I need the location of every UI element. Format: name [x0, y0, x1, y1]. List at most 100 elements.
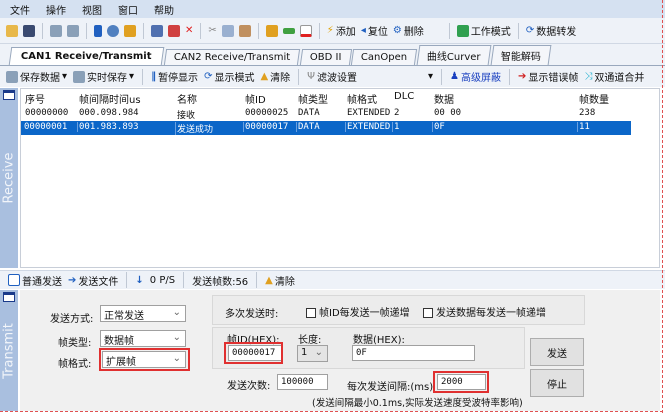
add-button[interactable]: ⚡ 添加 — [327, 23, 356, 38]
table-row-selected[interactable]: 00000001 001.983.893 发送成功 00000017 DATA … — [21, 121, 631, 135]
broom-icon[interactable] — [124, 24, 136, 37]
usb-icon[interactable] — [282, 27, 295, 34]
interval-label: 每次发送间隔:(ms) — [347, 382, 434, 393]
filter-icon: Ψ — [307, 71, 316, 82]
grid-header: 序号 帧间隔时间us 名称 帧ID 帧类型 帧格式 DLC 数据 帧数量 — [21, 90, 631, 106]
clear-button[interactable]: ▲ 清除 — [260, 69, 290, 84]
save-icon[interactable] — [23, 24, 35, 37]
cell-frame-format: EXTENDED — [347, 108, 391, 118]
separator — [256, 272, 258, 288]
menu-help[interactable]: 帮助 — [154, 2, 174, 17]
filter-settings-button[interactable]: Ψ 滤波设置 — [307, 69, 357, 84]
save-data-button[interactable]: 保存数据 ▾ — [6, 69, 67, 84]
pause-display-button[interactable]: ‖ 暂停显示 — [151, 69, 198, 84]
pause-icon[interactable] — [94, 24, 102, 37]
tab-obd2[interactable]: OBD II — [299, 49, 352, 65]
data-forward-button[interactable]: ⟳ 数据转发 — [526, 23, 576, 38]
refresh-icon[interactable] — [107, 24, 119, 37]
separator — [298, 68, 300, 85]
col-data[interactable]: 数据 — [434, 91, 454, 106]
col-count[interactable]: 帧数量 — [579, 91, 609, 106]
data-label: 数据(HEX): — [353, 335, 405, 346]
connect-icon[interactable] — [265, 24, 278, 37]
separator — [183, 272, 185, 288]
reset-button[interactable]: ◂ 复位 — [361, 23, 388, 38]
tab-can1[interactable]: CAN1 Receive/Transmit — [8, 47, 164, 65]
cell-frame-id: 00000025 — [245, 108, 289, 118]
advanced-mask-button[interactable]: ♟ 高级屏蔽 — [450, 69, 501, 84]
checkbox-icon — [306, 308, 316, 318]
close-icon[interactable]: ✕ — [185, 25, 193, 36]
work-mode-button[interactable]: 工作模式 — [456, 23, 511, 38]
cell-dlc: 1 — [392, 122, 400, 132]
tab-can2[interactable]: CAN2 Receive/Transmit — [163, 49, 300, 65]
separator — [126, 272, 128, 288]
cell-interval: 000.098.984 — [79, 108, 139, 118]
separator — [142, 68, 144, 85]
normal-send-button[interactable]: 普通发送 — [8, 273, 62, 288]
checkbox-icon — [423, 308, 433, 318]
col-interval[interactable]: 帧间隔时间us — [79, 91, 141, 106]
receive-side-tab[interactable]: Receive — [0, 88, 18, 268]
menu-window[interactable]: 窗口 — [118, 2, 138, 17]
arrow-down-icon[interactable]: ↓ — [135, 275, 143, 286]
col-dlc[interactable]: DLC — [394, 91, 414, 102]
col-frame-id[interactable]: 帧ID — [245, 91, 266, 106]
menu-operate[interactable]: 操作 — [46, 2, 66, 17]
tools-icon[interactable] — [168, 24, 180, 37]
data-increment-checkbox[interactable]: 发送数据每发送一帧递增 — [423, 304, 546, 319]
import-icon[interactable] — [67, 24, 79, 37]
col-frame-format[interactable]: 帧格式 — [347, 91, 377, 106]
stop-button[interactable]: 停止 — [530, 369, 584, 397]
display-mode-button[interactable]: ⟳ 显示模式 — [204, 69, 254, 84]
reset-icon: ◂ — [360, 25, 366, 36]
dashed-border — [0, 411, 663, 412]
cell-dlc: 2 — [394, 108, 400, 118]
receive-grid[interactable]: 序号 帧间隔时间us 名称 帧ID 帧类型 帧格式 DLC 数据 帧数量 000… — [20, 88, 660, 268]
menu-file[interactable]: 文件 — [10, 2, 30, 17]
error-icon: ➔ — [518, 71, 527, 82]
tab-smart-decode[interactable]: 智能解码 — [490, 45, 552, 65]
col-frame-type[interactable]: 帧类型 — [298, 91, 328, 106]
tab-curve[interactable]: 曲线Curver — [417, 45, 492, 65]
filter-dropdown[interactable]: ▾ — [363, 71, 433, 82]
cell-data: 00 00 — [434, 108, 462, 118]
send-mode-select[interactable]: 正常发送 ⌄ — [100, 305, 186, 322]
open-icon[interactable] — [6, 24, 18, 37]
transmit-side-tab[interactable]: Transmit — [0, 290, 18, 411]
col-index[interactable]: 序号 — [25, 91, 45, 106]
table-row[interactable]: 00000000 000.098.984 接收 00000025 DATA EX… — [21, 107, 631, 121]
frame-type-select[interactable]: 数据帧 ⌄ — [100, 330, 186, 347]
tab-canopen[interactable]: CanOpen — [351, 49, 418, 65]
realtime-save-button[interactable]: 实时保存 ▾ — [73, 69, 134, 84]
length-select[interactable]: 1 ⌄ — [297, 345, 328, 362]
menu-view[interactable]: 视图 — [82, 2, 102, 17]
send-count-input[interactable]: 100000 — [277, 374, 328, 390]
lightning-icon: ⚡ — [326, 25, 334, 36]
copy-icon[interactable] — [221, 24, 234, 37]
stop-device-icon[interactable] — [299, 24, 312, 37]
highlight-box — [433, 371, 489, 393]
merge-icon: ⤨ — [584, 71, 593, 82]
clear-send-button[interactable]: ▲ 清除 — [265, 273, 295, 288]
save-data-icon — [6, 70, 18, 83]
id-increment-checkbox[interactable]: 帧ID每发送一帧递增 — [306, 304, 410, 319]
col-name[interactable]: 名称 — [177, 91, 197, 106]
chevron-down-icon: ⌄ — [314, 347, 323, 358]
interval-note: (发送间隔最小0.1ms,实际发送速度受波特率影响) — [312, 398, 523, 409]
cell-frame-type: DATA — [296, 122, 320, 132]
send-button[interactable]: 发送 — [530, 338, 584, 366]
merge-channels-button[interactable]: ⤨ 双通道合并 — [584, 69, 644, 84]
export-icon[interactable] — [50, 24, 62, 37]
show-error-frame-button[interactable]: ➔ 显示错误帧 — [518, 69, 578, 84]
delete-button[interactable]: ⚙ 删除 — [393, 23, 424, 38]
edit-icon[interactable] — [151, 24, 163, 37]
separator — [509, 68, 510, 85]
highlight-box — [99, 348, 190, 371]
paste-icon[interactable] — [238, 24, 251, 37]
data-input[interactable]: 0F — [352, 345, 475, 361]
cut-icon[interactable]: ✂ — [208, 25, 216, 36]
frame-type-label: 帧类型: — [58, 338, 92, 349]
cell-index: 00000001 — [24, 122, 68, 132]
send-file-button[interactable]: ➔ 发送文件 — [68, 273, 118, 288]
